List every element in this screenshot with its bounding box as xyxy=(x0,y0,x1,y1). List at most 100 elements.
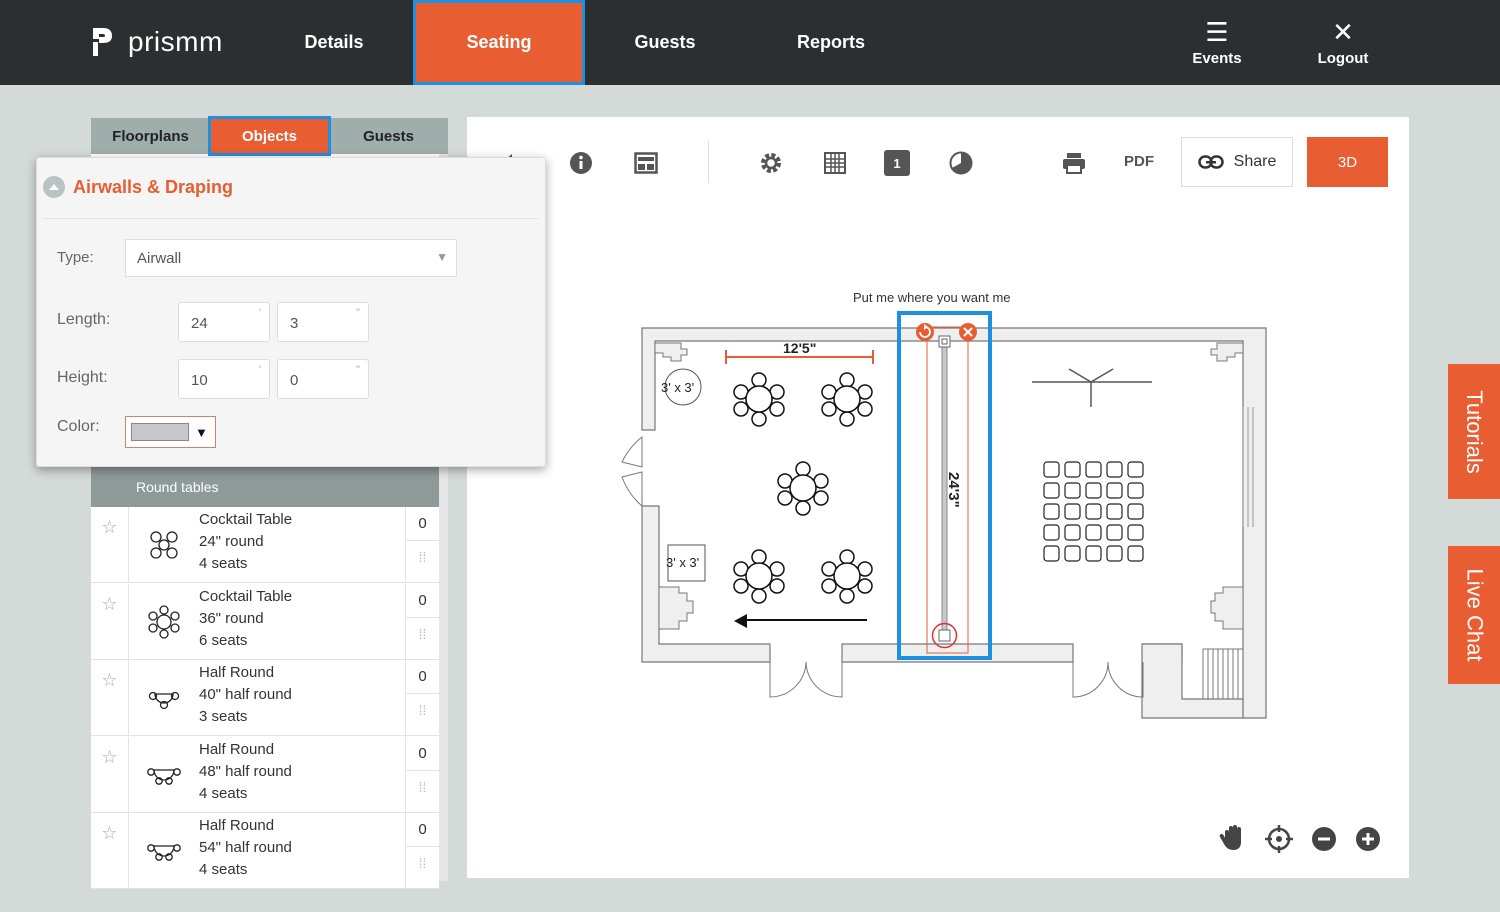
logo-text: prismm xyxy=(128,26,223,57)
nav-reports[interactable]: Reports xyxy=(762,0,900,85)
drag-handle-icon[interactable]: ⁞⁞ xyxy=(406,771,439,795)
item-details: Half Round 40" half round 3 seats xyxy=(199,660,405,735)
color-label: Color: xyxy=(57,418,100,435)
color-swatch xyxy=(131,423,189,441)
drag-handle-icon[interactable]: ⁞⁞ xyxy=(406,541,439,565)
drag-handle-icon[interactable]: ⁞⁞ xyxy=(406,847,439,871)
item-size: 54" half round xyxy=(199,839,292,856)
stage-object[interactable] xyxy=(1032,368,1152,407)
divider xyxy=(43,218,539,219)
quantity-field[interactable]: 0 ⁞⁞ xyxy=(405,507,439,582)
quantity-value[interactable]: 0 xyxy=(406,584,439,618)
nav-details[interactable]: Details xyxy=(268,0,400,85)
length-feet-value: 24 xyxy=(191,315,208,332)
list-item[interactable]: ☆ Half Round 40" half round 3 seats 0 ⁞⁞ xyxy=(91,660,439,736)
type-select[interactable]: Airwall ▼ xyxy=(125,239,457,277)
item-name: Cocktail Table xyxy=(199,588,293,605)
quantity-field[interactable]: 0 ⁞⁞ xyxy=(405,737,439,812)
length-feet-input[interactable]: 24 ' xyxy=(178,302,270,342)
item-details: Cocktail Table 36" round 6 seats xyxy=(199,584,405,659)
airwall-length-label: 24'3" xyxy=(945,472,962,508)
feet-unit: ' xyxy=(258,307,261,319)
top-navigation-bar: prismm Details Seating Guests Reports ☰ … xyxy=(0,0,1500,85)
logout-button[interactable]: ✕ Logout xyxy=(1298,18,1388,67)
dropdown-caret-icon: ▼ xyxy=(195,424,208,440)
item-seats: 6 seats xyxy=(199,632,248,649)
favorite-star-icon[interactable]: ☆ xyxy=(91,813,129,888)
feet-unit: ' xyxy=(258,364,261,376)
section-header-round-tables[interactable]: Round tables xyxy=(91,467,439,507)
tutorials-tab[interactable]: Tutorials xyxy=(1448,364,1500,499)
half-round-3-icon xyxy=(129,660,199,735)
logo[interactable]: prismm xyxy=(90,26,223,58)
collapse-up-icon[interactable] xyxy=(43,176,65,198)
item-size: 24" round xyxy=(199,533,264,550)
type-label: Type: xyxy=(57,249,94,266)
drag-handle-icon[interactable]: ⁞⁞ xyxy=(406,694,439,718)
round-table[interactable] xyxy=(821,372,873,427)
delete-icon[interactable] xyxy=(959,323,977,341)
left-panel-tabs: Floorplans Objects Guests xyxy=(91,116,448,156)
item-size: 40" half round xyxy=(199,686,292,703)
list-item[interactable]: ☆ Cocktail Table 24" round 4 seats 0 ⁞⁞ xyxy=(91,507,439,583)
height-feet-input[interactable]: 10 ' xyxy=(178,359,270,399)
list-item[interactable]: ☆ Half Round 48" half round 4 seats 0 ⁞⁞ xyxy=(91,737,439,813)
pan-hand-icon[interactable] xyxy=(1219,825,1241,850)
floorplan-canvas[interactable]: 1 PDF Share 3D Put me where you want me xyxy=(467,117,1409,878)
zoom-out-icon[interactable] xyxy=(1312,827,1336,851)
close-icon: ✕ xyxy=(1332,17,1354,47)
quantity-field[interactable]: 0 ⁞⁞ xyxy=(405,660,439,735)
favorite-star-icon[interactable]: ☆ xyxy=(91,737,129,812)
panel-header[interactable]: Airwalls & Draping xyxy=(43,176,233,198)
theater-seating[interactable] xyxy=(1043,461,1144,562)
tab-objects[interactable]: Objects xyxy=(208,116,331,156)
events-button[interactable]: ☰ Events xyxy=(1172,18,1262,67)
favorite-star-icon[interactable]: ☆ xyxy=(91,660,129,735)
dropdown-caret-icon: ▼ xyxy=(436,250,448,264)
nav-seating[interactable]: Seating xyxy=(413,0,585,85)
item-name: Half Round xyxy=(199,664,275,681)
favorite-star-icon[interactable]: ☆ xyxy=(91,584,129,659)
item-details: Cocktail Table 24" round 4 seats xyxy=(199,507,405,582)
item-name: Cocktail Table xyxy=(199,511,293,528)
center-target-icon[interactable] xyxy=(1265,825,1293,853)
list-item[interactable]: ☆ Cocktail Table 36" round 6 seats 0 ⁞⁞ xyxy=(91,584,439,660)
menu-icon: ☰ xyxy=(1205,17,1229,47)
events-label: Events xyxy=(1192,50,1242,67)
tab-floorplans[interactable]: Floorplans xyxy=(91,118,210,154)
quantity-field[interactable]: 0 ⁞⁞ xyxy=(405,584,439,659)
round-table[interactable] xyxy=(777,461,829,516)
round-table[interactable] xyxy=(733,549,785,604)
airwall-object[interactable]: 24'3" xyxy=(897,311,992,660)
list-item[interactable]: ☆ Half Round 54" half round 4 seats 0 ⁞⁞ xyxy=(91,813,439,889)
floorplan-drawing[interactable]: 12'5" 3' x 3' 3' x 3' 24'3" xyxy=(467,117,1409,878)
quantity-value[interactable]: 0 xyxy=(406,660,439,694)
item-seats: 4 seats xyxy=(199,555,248,572)
type-select-value: Airwall xyxy=(137,250,182,267)
height-inches-input[interactable]: 0 " xyxy=(277,359,369,399)
item-name: Half Round xyxy=(199,817,275,834)
item-details: Half Round 48" half round 4 seats xyxy=(199,737,405,812)
small-table-label: 3' x 3' xyxy=(661,380,694,395)
rotate-icon[interactable] xyxy=(916,323,934,341)
quantity-value[interactable]: 0 xyxy=(406,813,439,847)
inches-unit: " xyxy=(356,307,360,319)
zoom-in-icon[interactable] xyxy=(1356,827,1380,851)
tab-guests[interactable]: Guests xyxy=(329,118,448,154)
live-chat-label: Live Chat xyxy=(1462,568,1488,662)
item-seats: 3 seats xyxy=(199,708,248,725)
height-inches-value: 0 xyxy=(290,372,299,389)
quantity-value[interactable]: 0 xyxy=(406,737,439,771)
round-table[interactable] xyxy=(821,549,873,604)
favorite-star-icon[interactable]: ☆ xyxy=(91,507,129,582)
nav-guests[interactable]: Guests xyxy=(600,0,730,85)
height-feet-value: 10 xyxy=(191,372,208,389)
quantity-field[interactable]: 0 ⁞⁞ xyxy=(405,813,439,888)
length-label: Length: xyxy=(57,311,111,328)
length-inches-input[interactable]: 3 " xyxy=(277,302,369,342)
round-table[interactable] xyxy=(733,372,785,427)
color-picker[interactable]: ▼ xyxy=(125,416,216,448)
drag-handle-icon[interactable]: ⁞⁞ xyxy=(406,618,439,642)
quantity-value[interactable]: 0 xyxy=(406,507,439,541)
live-chat-tab[interactable]: Live Chat xyxy=(1448,546,1500,684)
